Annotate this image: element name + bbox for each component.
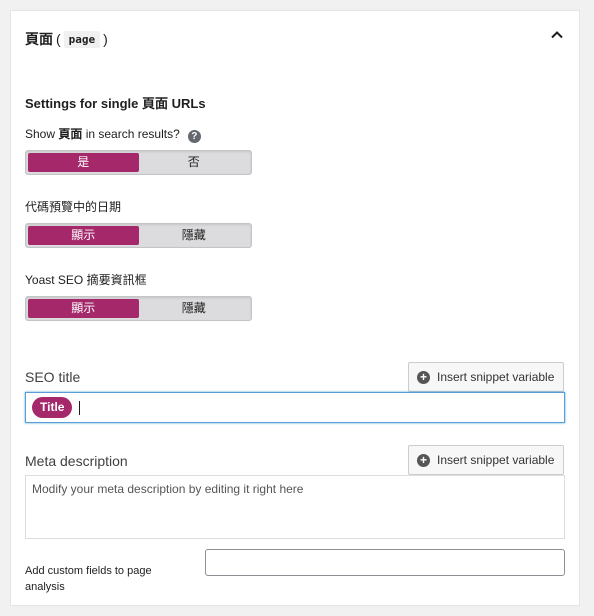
post-type-code: page bbox=[63, 30, 101, 48]
search-results-label: Show 頁面 in search results?? bbox=[25, 125, 201, 143]
search-results-label-bold: 頁面 bbox=[58, 127, 83, 141]
settings-panel: 頁面 ( page ) Settings for single 頁面 URLs … bbox=[10, 10, 580, 606]
meta-box-option-show[interactable]: 顯示 bbox=[28, 299, 139, 318]
text-caret bbox=[79, 400, 81, 415]
panel-title: 頁面 ( page ) bbox=[25, 29, 111, 49]
search-results-label-prefix: Show bbox=[25, 127, 59, 141]
section-heading: Settings for single 頁面 URLs bbox=[25, 96, 206, 111]
custom-fields-label: Add custom fields to page analysis bbox=[25, 565, 152, 593]
meta-box-toggle: 顯示 隱藏 bbox=[25, 296, 252, 321]
seo-title-snippet-label: Insert snippet variable bbox=[437, 370, 555, 384]
paren-close: ) bbox=[103, 31, 108, 47]
date-preview-option-hide[interactable]: 隱藏 bbox=[139, 226, 250, 245]
date-preview-option-show[interactable]: 顯示 bbox=[28, 226, 139, 245]
meta-description-input[interactable]: Modify your meta description by editing … bbox=[25, 475, 565, 539]
meta-description-placeholder: Modify your meta description by editing … bbox=[32, 482, 304, 496]
chevron-up-icon[interactable] bbox=[549, 27, 565, 43]
seo-title-label: SEO title bbox=[25, 369, 81, 385]
panel-title-text: 頁面 bbox=[25, 31, 53, 47]
date-preview-label: 代碼預覽中的日期 bbox=[25, 200, 122, 214]
search-results-option-no[interactable]: 否 bbox=[139, 153, 250, 172]
search-results-option-yes[interactable]: 是 bbox=[28, 153, 139, 172]
seo-title-insert-variable-button[interactable]: + Insert snippet variable bbox=[408, 362, 564, 392]
plus-circle-icon: + bbox=[417, 453, 430, 467]
meta-box-option-hide[interactable]: 隱藏 bbox=[139, 299, 250, 318]
meta-description-label: Meta description bbox=[25, 453, 128, 469]
meta-description-snippet-label: Insert snippet variable bbox=[437, 453, 555, 467]
search-results-toggle: 是 否 bbox=[25, 150, 252, 175]
custom-fields-input[interactable] bbox=[205, 549, 565, 576]
panel-header[interactable]: 頁面 ( page ) bbox=[11, 11, 579, 63]
question-circle-icon[interactable]: ? bbox=[187, 130, 201, 143]
title-variable-pill[interactable]: Title bbox=[32, 397, 73, 418]
date-preview-toggle: 顯示 隱藏 bbox=[25, 223, 252, 248]
meta-box-label: Yoast SEO 摘要資訊框 bbox=[25, 273, 147, 287]
search-results-label-suffix: in search results? bbox=[82, 127, 180, 141]
meta-description-insert-variable-button[interactable]: + Insert snippet variable bbox=[408, 445, 564, 475]
seo-title-input[interactable]: Title bbox=[25, 392, 565, 423]
paren-open: ( bbox=[56, 31, 61, 47]
plus-circle-icon: + bbox=[417, 370, 430, 384]
